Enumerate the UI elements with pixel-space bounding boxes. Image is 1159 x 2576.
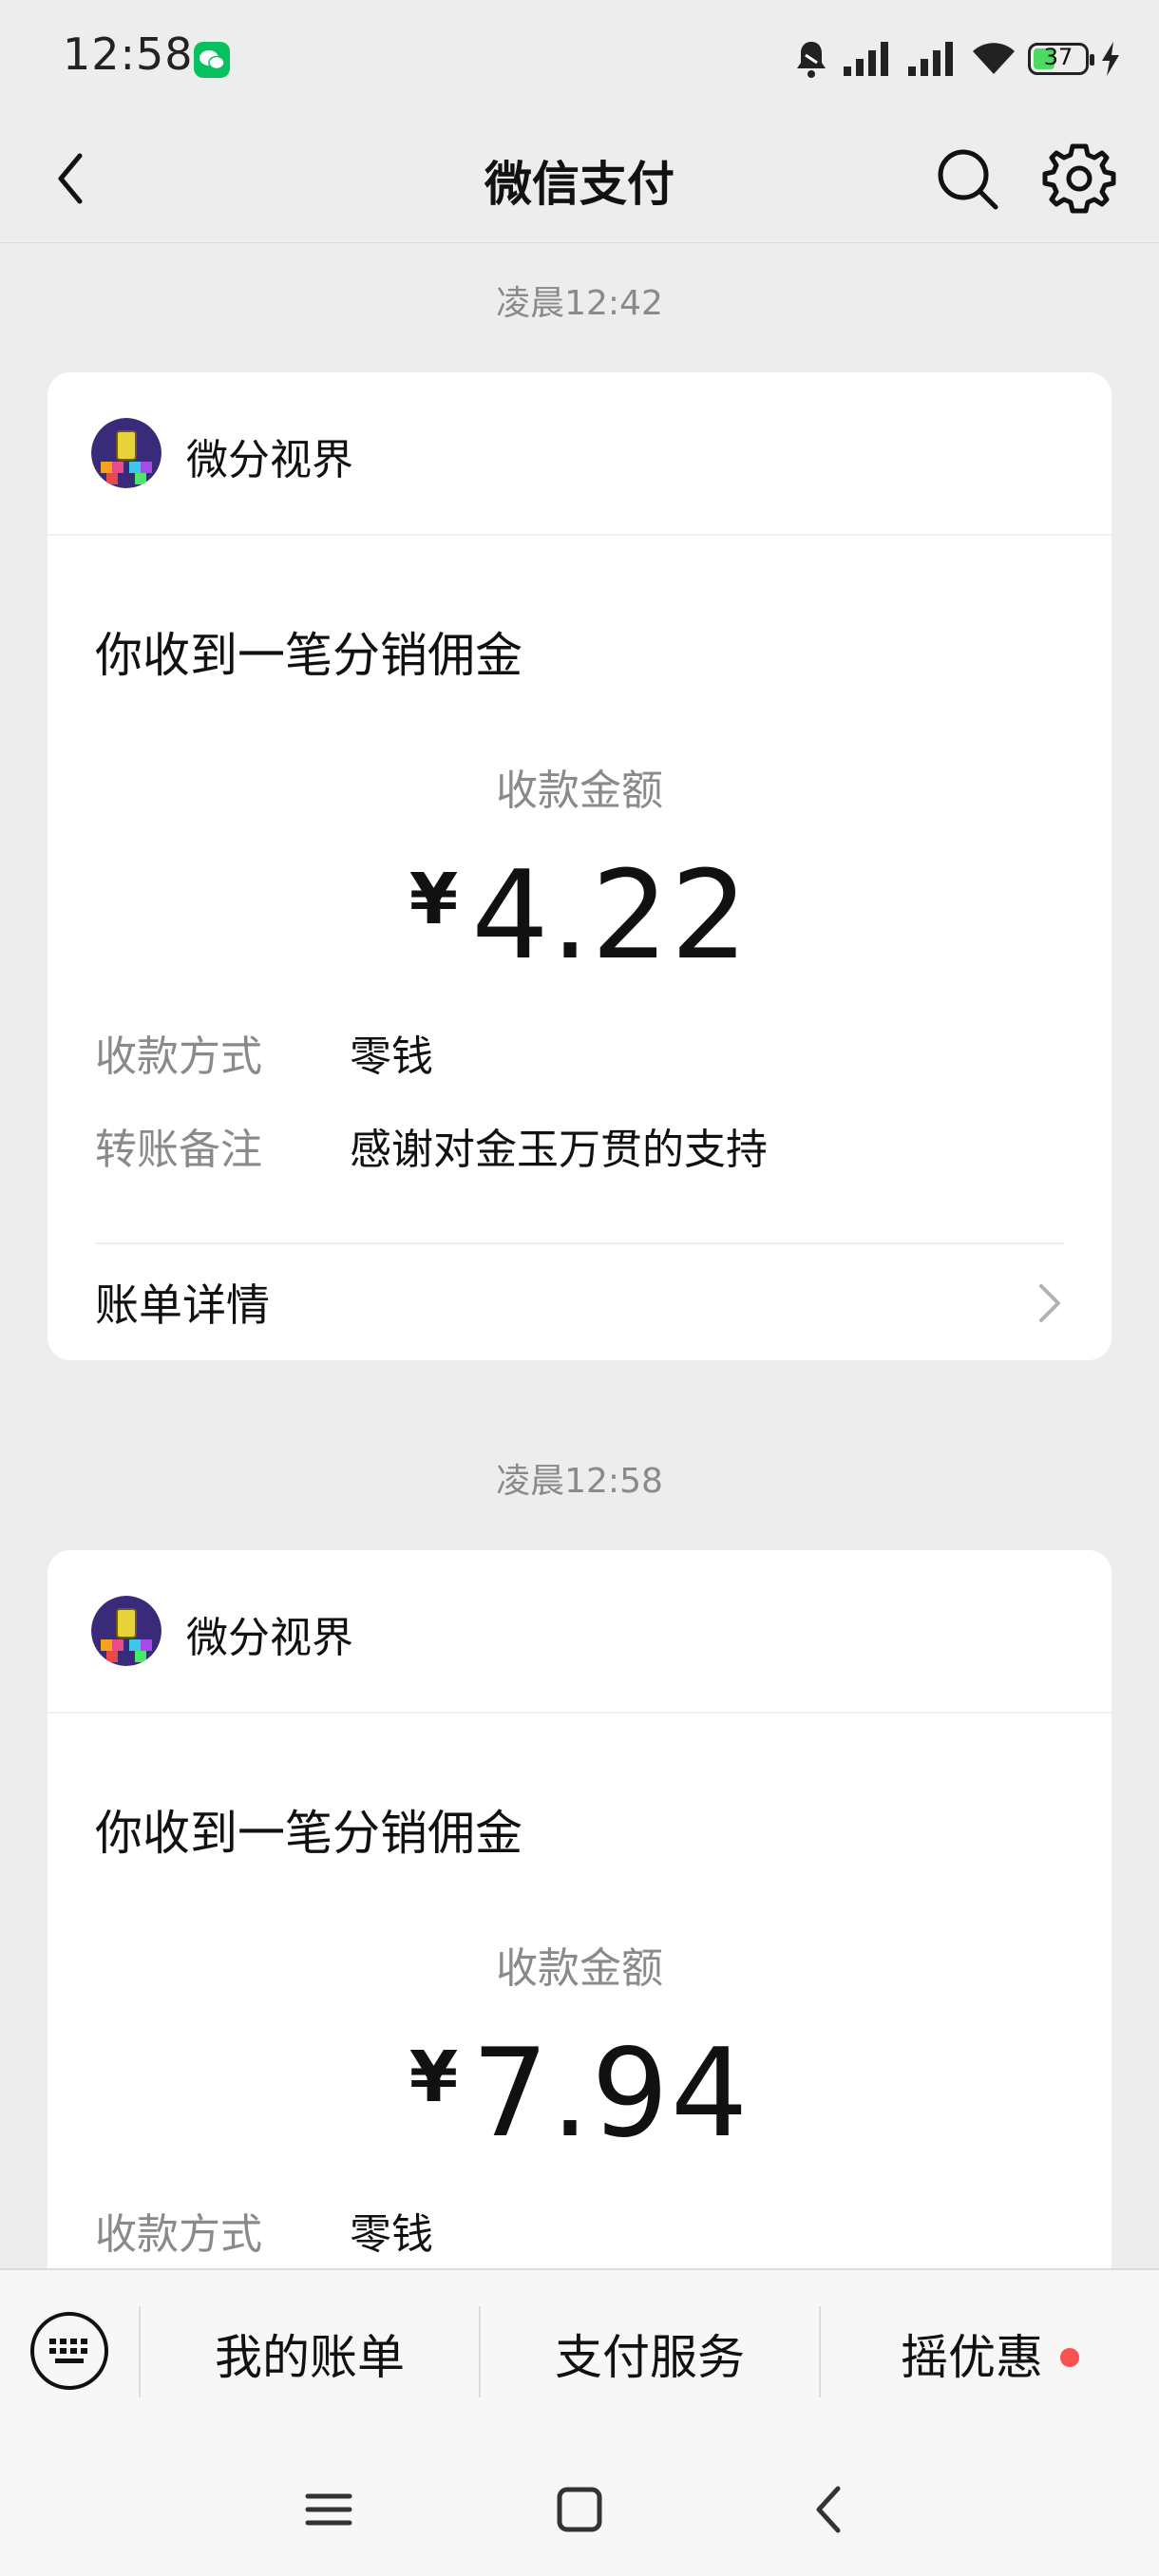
merchant-name: 微分视界: [186, 1614, 353, 1662]
nav-bar: 微信支付: [0, 114, 1159, 243]
battery-level: 37: [1043, 44, 1074, 70]
payment-method-label: 收款方式: [95, 2210, 262, 2259]
menu-icon[interactable]: [291, 2472, 367, 2548]
card-divider: [95, 1242, 1064, 1244]
charging-icon: [1102, 42, 1119, 76]
status-time: 12:58: [63, 28, 194, 80]
payment-method-label: 收款方式: [95, 1032, 262, 1081]
card-title: 你收到一笔分销佣金: [95, 628, 522, 683]
card-header[interactable]: 微分视界: [48, 1550, 1112, 1714]
bottom-menu-bar: 我的账单 支付服务 摇优惠: [0, 2268, 1159, 2432]
menu-my-bills[interactable]: 我的账单: [141, 2320, 479, 2388]
amount-label: 收款金额: [496, 1944, 663, 1993]
payment-method-value: 零钱: [350, 1032, 433, 1081]
back-icon[interactable]: [792, 2472, 868, 2548]
bill-detail-link[interactable]: 账单详情: [95, 1271, 270, 1334]
amount-value: 4.22: [471, 845, 750, 987]
battery-icon: 37: [1028, 43, 1094, 75]
menu-shake-offers-label: 摇优惠: [901, 2330, 1043, 2385]
chevron-right-icon[interactable]: [1032, 1275, 1070, 1332]
amount-label: 收款金额: [496, 767, 663, 815]
card-header[interactable]: 微分视界: [48, 372, 1112, 536]
search-icon[interactable]: [927, 139, 1007, 218]
notification-dot: [1060, 2347, 1079, 2367]
transfer-note-value: 感谢对金玉万贯的支持: [350, 1126, 768, 1174]
keyboard-icon[interactable]: [28, 2310, 110, 2392]
avatar: [91, 418, 162, 488]
bell-muted-icon: [797, 42, 826, 78]
wechat-icon: [194, 42, 230, 78]
merchant-name: 微分视界: [186, 436, 353, 484]
menu-payment-services[interactable]: 支付服务: [481, 2320, 819, 2388]
avatar: [91, 1596, 162, 1666]
gear-icon[interactable]: [1039, 139, 1119, 218]
amount-value: 7.94: [471, 2023, 750, 2165]
nav-divider: [0, 242, 1159, 243]
amount: ¥7.94: [48, 2023, 1112, 2165]
wifi-icon: [973, 43, 1015, 74]
currency-symbol: ¥: [408, 859, 459, 940]
message-timestamp: 凌晨12:58: [496, 1462, 663, 1501]
payment-method-value: 零钱: [350, 2210, 433, 2259]
payment-card[interactable]: 微分视界 你收到一笔分销佣金 收款金额 ¥7.94 收款方式 零钱: [48, 1550, 1112, 2310]
menu-shake-offers[interactable]: 摇优惠: [821, 2320, 1159, 2388]
signal-icon: [844, 42, 888, 76]
status-bar: 12:58 37: [0, 0, 1159, 114]
amount: ¥4.22: [48, 845, 1112, 987]
payment-card[interactable]: 微分视界 你收到一笔分销佣金 收款金额 ¥4.22 收款方式 零钱 转账备注 感…: [48, 372, 1112, 1360]
system-nav-bar: [0, 2430, 1159, 2576]
message-timestamp: 凌晨12:42: [496, 284, 663, 323]
home-icon[interactable]: [542, 2472, 618, 2548]
card-title: 你收到一笔分销佣金: [95, 1806, 522, 1861]
signal-icon: [908, 42, 953, 76]
currency-symbol: ¥: [408, 2036, 459, 2118]
transfer-note-label: 转账备注: [95, 1126, 262, 1174]
